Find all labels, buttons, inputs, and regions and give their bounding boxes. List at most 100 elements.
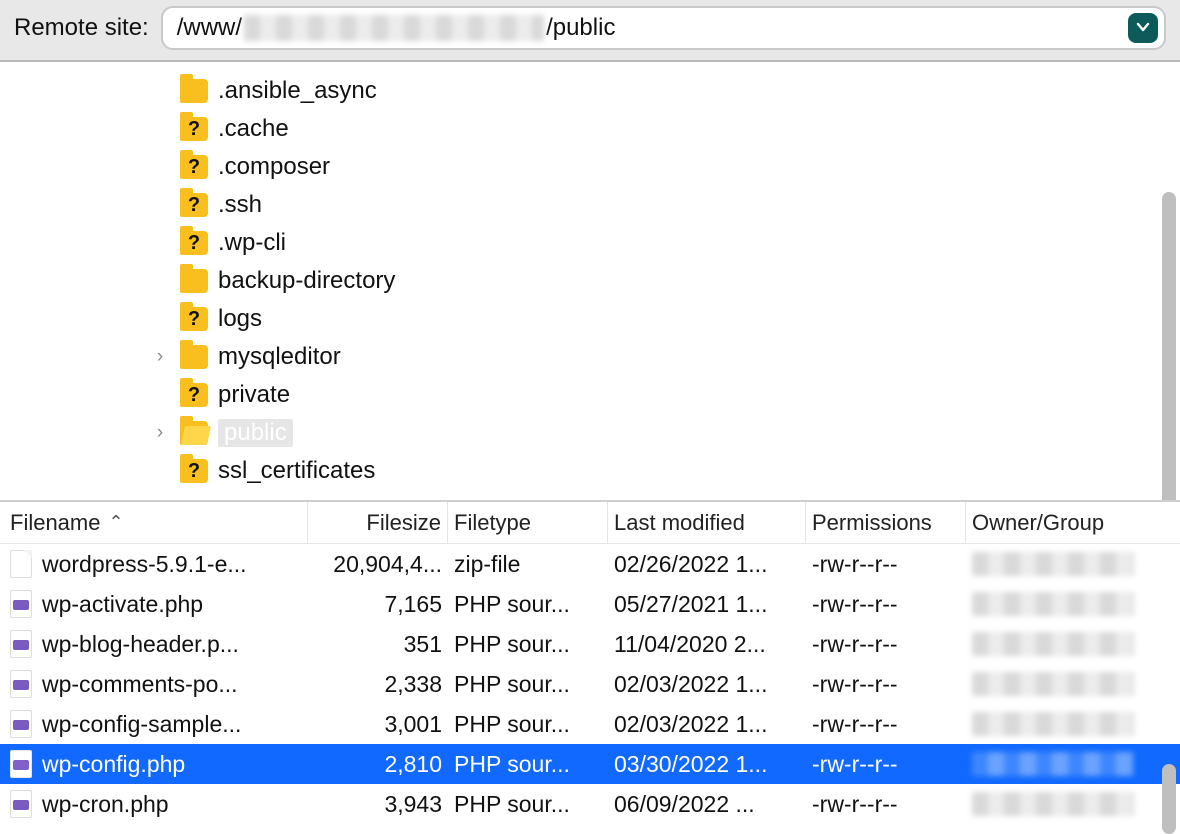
file-icon: [10, 550, 32, 578]
folder-unknown-icon: [180, 117, 208, 141]
tree-item[interactable]: .ansible_async: [150, 72, 1180, 110]
folder-unknown-icon: [180, 155, 208, 179]
sort-asc-icon: ⌃: [108, 512, 123, 533]
file-row[interactable]: wordpress-5.9.1-e... 20,904,4... zip-file 0…: [0, 544, 1180, 584]
tree-item-label: mysqleditor: [218, 343, 341, 371]
file-row[interactable]: wp-config.php2,810PHP sour...03/30/2022 …: [0, 744, 1180, 784]
file-permissions: -rw-r--r--: [812, 631, 898, 658]
file-permissions: -rw-r--r--: [812, 551, 898, 578]
folder-open-icon: [180, 421, 208, 445]
file-modified: 02/26/2022 1...: [614, 551, 767, 578]
path-suffix: /public: [546, 14, 615, 42]
col-label: Filetype: [454, 510, 531, 536]
column-header-owner[interactable]: Owner/Group: [966, 502, 1140, 543]
file-size: 2,810: [384, 751, 442, 778]
file-name: wordpress-5.9.1-e...: [42, 551, 247, 578]
tree-item[interactable]: .wp-cli: [150, 224, 1180, 262]
file-name: wp-cron.php: [42, 791, 169, 818]
file-modified: 11/04/2020 2...: [614, 631, 766, 658]
tree-item[interactable]: backup-directory: [150, 262, 1180, 300]
file-size: 3,943: [384, 791, 442, 818]
tree-item[interactable]: private: [150, 376, 1180, 414]
tree-item-label: .composer: [218, 153, 330, 181]
column-header-filetype[interactable]: Filetype: [448, 502, 608, 543]
expand-arrow-icon[interactable]: ›: [150, 422, 170, 444]
folder-icon: [180, 269, 208, 293]
tree-item[interactable]: .composer: [150, 148, 1180, 186]
remote-site-label: Remote site:: [14, 14, 149, 42]
file-modified: 02/03/2022 1...: [614, 711, 767, 738]
file-permissions: -rw-r--r--: [812, 791, 898, 818]
tree-item[interactable]: logs: [150, 300, 1180, 338]
column-header-filename[interactable]: Filename ⌃: [0, 502, 308, 543]
file-permissions: -rw-r--r--: [812, 751, 898, 778]
path-prefix: /www/: [177, 14, 242, 42]
file-name: wp-blog-header.p...: [42, 631, 239, 658]
folder-unknown-icon: [180, 231, 208, 255]
path-redacted: [244, 15, 544, 41]
col-label: Filesize: [366, 510, 441, 536]
folder-icon: [180, 79, 208, 103]
file-size: 351: [404, 631, 442, 658]
tree-item-label: .wp-cli: [218, 229, 286, 257]
file-row[interactable]: wp-blog-header.p... 351 PHP sour... 11/04/2…: [0, 624, 1180, 664]
tree-item[interactable]: › mysqleditor: [150, 338, 1180, 376]
column-header-permissions[interactable]: Permissions: [806, 502, 966, 543]
owner-redacted: [972, 592, 1134, 616]
file-type: PHP sour...: [454, 711, 570, 738]
file-row[interactable]: wp-comments-po... 2,338 PHP sour... 02/03/2…: [0, 664, 1180, 704]
tree-item[interactable]: › public: [150, 414, 1180, 452]
file-row[interactable]: wp-activate.php7,165PHP sour...05/27/202…: [0, 584, 1180, 624]
owner-redacted: [972, 712, 1134, 736]
file-row[interactable]: wp-config-sample... 3,001 PHP sour... 02/03…: [0, 704, 1180, 744]
file-list-pane: Filename ⌃ Filesize Filetype Last modifie…: [0, 502, 1180, 834]
remote-path-value[interactable]: /www/ /public: [177, 14, 1128, 42]
file-size: 3,001: [384, 711, 442, 738]
file-list-header[interactable]: Filename ⌃ Filesize Filetype Last modifie…: [0, 502, 1180, 544]
folder-unknown-icon: [180, 459, 208, 483]
owner-redacted: [972, 632, 1134, 656]
file-name: wp-config-sample...: [42, 711, 241, 738]
tree-item[interactable]: .ssh: [150, 186, 1180, 224]
file-list-rows[interactable]: wordpress-5.9.1-e... 20,904,4... zip-file 0…: [0, 544, 1180, 834]
php-file-icon: [10, 670, 32, 698]
file-permissions: -rw-r--r--: [812, 711, 898, 738]
folder-icon: [180, 345, 208, 369]
column-header-filesize[interactable]: Filesize: [308, 502, 448, 543]
file-type: PHP sour...: [454, 631, 570, 658]
filelist-scrollbar[interactable]: [1162, 764, 1176, 834]
tree-item-label: .cache: [218, 115, 289, 143]
col-label: Permissions: [812, 510, 932, 536]
remote-path-input[interactable]: /www/ /public: [161, 6, 1166, 50]
tree-item-label: private: [218, 381, 290, 409]
col-label: Owner/Group: [972, 510, 1104, 536]
col-label: Filename: [10, 510, 100, 536]
file-modified: 05/27/2021 1...: [614, 591, 767, 618]
remote-site-bar: Remote site: /www/ /public: [0, 0, 1180, 62]
directory-tree[interactable]: .ansible_async .cache .composer .ssh .wp-cli…: [0, 62, 1180, 490]
file-type: zip-file: [454, 551, 520, 578]
column-header-modified[interactable]: Last modified: [608, 502, 806, 543]
file-permissions: -rw-r--r--: [812, 591, 898, 618]
file-type: PHP sour...: [454, 671, 570, 698]
tree-item[interactable]: .cache: [150, 110, 1180, 148]
owner-redacted: [972, 552, 1134, 576]
folder-unknown-icon: [180, 193, 208, 217]
php-file-icon: [10, 750, 32, 778]
chevron-down-icon: [1135, 15, 1151, 41]
folder-unknown-icon: [180, 307, 208, 331]
path-dropdown-button[interactable]: [1128, 13, 1158, 43]
expand-arrow-icon[interactable]: ›: [150, 346, 170, 368]
tree-item[interactable]: ssl_certificates: [150, 452, 1180, 490]
file-size: 7,165: [384, 591, 442, 618]
file-row[interactable]: wp-cron.php3,943PHP sour...06/09/2022 ..…: [0, 784, 1180, 824]
php-file-icon: [10, 590, 32, 618]
tree-scrollbar[interactable]: [1162, 192, 1176, 502]
file-size: 2,338: [384, 671, 442, 698]
file-size: 20,904,4...: [333, 551, 442, 578]
file-name: wp-comments-po...: [42, 671, 238, 698]
file-permissions: -rw-r--r--: [812, 671, 898, 698]
file-modified: 02/03/2022 1...: [614, 671, 767, 698]
file-name: wp-config.php: [42, 751, 185, 778]
tree-item-label: public: [218, 419, 293, 447]
